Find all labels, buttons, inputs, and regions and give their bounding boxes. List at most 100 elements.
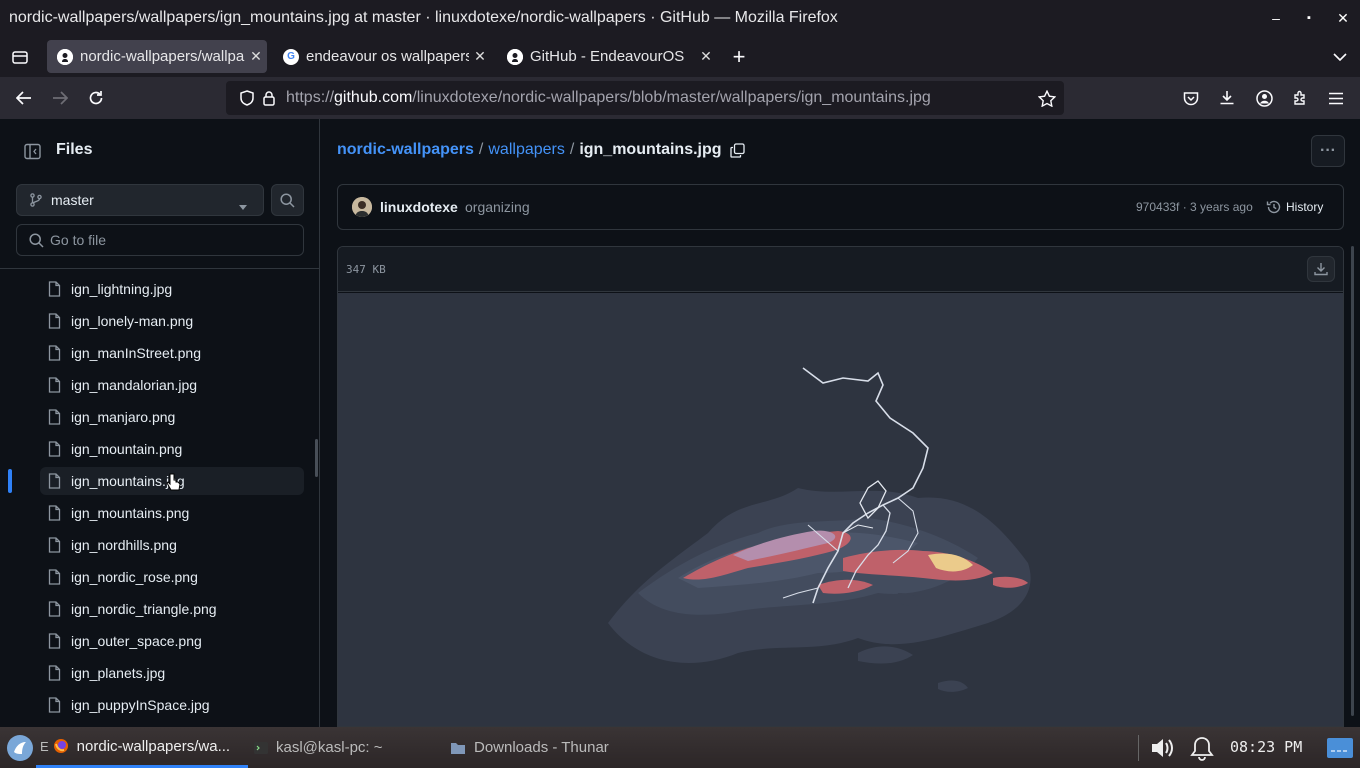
menu-hamburger-icon[interactable]	[1319, 77, 1353, 119]
copy-path-icon[interactable]	[729, 142, 745, 158]
forward-icon[interactable]	[43, 77, 77, 119]
tab-close-icon[interactable]: ✕	[469, 48, 491, 65]
caret-down-icon	[239, 197, 247, 213]
volume-icon[interactable]	[1150, 736, 1176, 765]
tab-label: nordic-wallpapers/wallpapers/ign_mountai…	[80, 48, 245, 65]
pocket-icon[interactable]	[1174, 77, 1208, 119]
url-bar[interactable]: https://github.com/linuxdotexe/nordic-wa…	[226, 81, 1064, 115]
file-icon	[48, 441, 61, 457]
bookmark-star-icon[interactable]	[1030, 81, 1064, 115]
taskbar-item-terminal[interactable]: kasl@kasl-pc: ~	[254, 727, 444, 768]
file-content-box: 347 KB	[337, 246, 1344, 727]
extensions-icon[interactable]	[1283, 77, 1317, 119]
wallpaper-image	[338, 293, 1343, 726]
file-icon	[48, 665, 61, 681]
tab-endeavour-search[interactable]: G endeavour os wallpapers ✕	[273, 40, 491, 73]
downloads-icon[interactable]	[1210, 77, 1244, 119]
file-name: ign_outer_space.png	[71, 633, 202, 649]
breadcrumb-repo-link[interactable]: nordic-wallpapers	[337, 141, 474, 159]
file-icon	[48, 409, 61, 425]
notifications-bell-icon[interactable]	[1189, 735, 1215, 766]
github-icon	[507, 48, 523, 65]
file-name: ign_nordic_triangle.png	[71, 601, 217, 617]
file-item-ign-lightning[interactable]: ign_lightning.jpg	[40, 275, 304, 303]
tab-close-icon[interactable]: ✕	[245, 48, 267, 65]
file-item-ign-lonely-man[interactable]: ign_lonely-man.png	[40, 307, 304, 335]
go-to-file-input[interactable]	[50, 232, 290, 248]
file-header: 347 KB	[338, 247, 1343, 292]
back-icon[interactable]	[7, 77, 41, 119]
url-text[interactable]: https://github.com/linuxdotexe/nordic-wa…	[286, 89, 931, 107]
lock-icon[interactable]	[252, 81, 286, 115]
endeavouros-menu-icon[interactable]	[6, 734, 34, 767]
maximize-button[interactable]: ▪	[1292, 0, 1326, 36]
file-icon	[48, 601, 61, 617]
file-item-ign-nordhills[interactable]: ign_nordhills.png	[40, 531, 304, 559]
tab-github-endeavouros[interactable]: GitHub - EndeavourOS ✕	[497, 40, 717, 73]
account-icon[interactable]	[1247, 77, 1281, 119]
file-icon	[48, 697, 61, 713]
history-button[interactable]: History	[1266, 193, 1323, 221]
reload-icon[interactable]	[79, 77, 113, 119]
tab-nordic-wallpapers[interactable]: nordic-wallpapers/wallpapers/ign_mountai…	[47, 40, 267, 73]
sidebar-scrollbar[interactable]	[315, 439, 318, 477]
file-item-ign-maninstreet[interactable]: ign_manInStreet.png	[40, 339, 304, 367]
page-scrollbar[interactable]	[1351, 246, 1354, 716]
file-item-ign-mountain[interactable]: ign_mountain.png	[40, 435, 304, 463]
taskbar-item-firefox[interactable]: E nordic-wallpapers/wa...	[36, 727, 248, 768]
taskbar-item-thunar[interactable]: Downloads - Thunar	[450, 727, 650, 768]
clock[interactable]: 08:23 PM	[1230, 738, 1302, 756]
selected-indicator	[8, 469, 12, 493]
file-icon	[48, 633, 61, 649]
go-to-file-field[interactable]	[16, 224, 304, 256]
file-name: ign_nordic_rose.png	[71, 569, 198, 585]
file-icon	[48, 537, 61, 553]
file-item-ign-manjaro[interactable]: ign_manjaro.png	[40, 403, 304, 431]
file-item-ign-mandalorian[interactable]: ign_mandalorian.jpg	[40, 371, 304, 399]
window-title: nordic-wallpapers/wallpapers/ign_mountai…	[9, 9, 838, 26]
file-name: ign_planets.jpg	[71, 665, 166, 681]
image-preview	[338, 293, 1343, 726]
breadcrumb-separator: /	[569, 141, 575, 158]
search-files-button[interactable]	[271, 184, 304, 216]
search-icon	[29, 232, 44, 248]
breadcrumb-folder-link[interactable]: wallpapers	[488, 141, 564, 159]
file-name: ign_mandalorian.jpg	[71, 377, 198, 393]
file-item-ign-nordic-triangle[interactable]: ign_nordic_triangle.png	[40, 595, 304, 623]
new-tab-button[interactable]: +	[722, 36, 756, 77]
file-name: ign_manjaro.png	[71, 409, 176, 425]
file-item-ign-mountains-png[interactable]: ign_mountains.png	[40, 499, 304, 527]
file-size: 347 KB	[346, 263, 386, 276]
file-item-ign-puppyinspace[interactable]: ign_puppyInSpace.jpg	[40, 691, 304, 719]
commit-author[interactable]: linuxdotexe	[380, 199, 458, 215]
file-name: ign_mountains.png	[71, 505, 190, 521]
file-icon	[48, 473, 61, 489]
commit-meta[interactable]: 970433f · 3 years ago	[1136, 200, 1253, 214]
tab-label: GitHub - EndeavourOS	[530, 48, 685, 65]
more-options-button[interactable]: ···	[1311, 135, 1345, 167]
taskbar-item-label: Downloads - Thunar	[474, 739, 609, 756]
tab-close-icon[interactable]: ✕	[695, 48, 717, 65]
collapse-file-tree-icon[interactable]	[16, 135, 48, 167]
branch-selector[interactable]: master	[16, 184, 264, 216]
commit-message[interactable]: organizing	[465, 199, 530, 215]
file-item-ign-nordic-rose[interactable]: ign_nordic_rose.png	[40, 563, 304, 591]
breadcrumb: nordic-wallpapers / wallpapers / ign_mou…	[337, 141, 745, 159]
minimize-button[interactable]: –	[1259, 0, 1293, 36]
show-desktop-icon[interactable]	[1326, 737, 1354, 764]
google-icon: G	[283, 48, 299, 65]
tab-strip: nordic-wallpapers/wallpapers/ign_mountai…	[0, 36, 1360, 77]
files-heading: Files	[56, 141, 93, 158]
list-all-tabs-icon[interactable]	[1323, 36, 1357, 77]
folder-icon	[450, 741, 466, 755]
history-icon	[1266, 199, 1282, 215]
file-item-ign-planets[interactable]: ign_planets.jpg	[40, 659, 304, 687]
avatar[interactable]	[352, 197, 372, 217]
close-window-button[interactable]: ✕	[1326, 0, 1360, 36]
file-tree-sidebar: Files master ign_lightning.jpg ign_lonel…	[0, 119, 320, 727]
terminal-icon	[254, 741, 268, 754]
tab-overview-icon[interactable]	[3, 36, 37, 77]
download-raw-button[interactable]	[1307, 256, 1335, 282]
history-label: History	[1286, 200, 1324, 214]
file-item-ign-outer-space[interactable]: ign_outer_space.png	[40, 627, 304, 655]
